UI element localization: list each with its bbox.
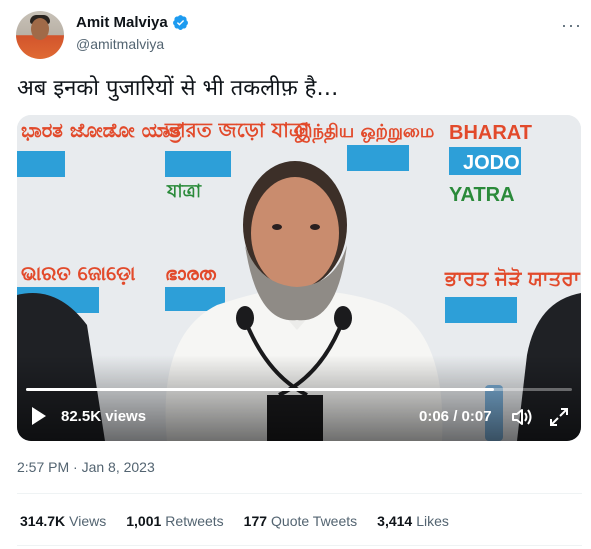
volume-icon[interactable]	[511, 407, 533, 427]
svg-text:YATRA: YATRA	[449, 184, 515, 206]
stat-retweets-label: Retweets	[165, 513, 224, 529]
video-views: 82.5K views	[61, 408, 147, 425]
stat-quote-tweets[interactable]: 177 Quote Tweets	[244, 513, 358, 529]
stat-views[interactable]: 314.7K Views	[20, 513, 106, 529]
fullscreen-icon[interactable]	[549, 407, 569, 427]
video-time: 0:06 / 0:07	[419, 408, 492, 425]
svg-text:ಭಾರತ ಜೋಡೋ ಯಾತ್ರೆ: ಭಾರತ ಜೋಡೋ ಯಾತ್ರೆ	[21, 118, 183, 144]
divider-bottom	[17, 545, 582, 546]
tweet-stats: 314.7K Views 1,001 Retweets 177 Quote Tw…	[20, 513, 469, 529]
stat-quote-tweets-number: 177	[243, 513, 268, 529]
svg-text:ഭാരത: ഭാരത	[165, 264, 217, 285]
video-progress-bar[interactable]	[26, 388, 572, 391]
play-icon[interactable]	[31, 406, 47, 426]
backdrop-logo-tamil: இந்திய ஒற்றுமை	[294, 121, 434, 144]
video-progress-fill	[26, 388, 494, 391]
stat-retweets-number: 1,001	[126, 513, 162, 529]
backdrop-logo-odia: ଭାରତ ଜୋଡ଼ୋ	[21, 261, 136, 285]
stat-quote-tweets-label: Quote Tweets	[271, 513, 358, 529]
author-handle[interactable]: @amitmalviya	[76, 36, 164, 52]
backdrop-logo-bharat: BHARAT	[449, 122, 532, 144]
verified-badge-icon	[172, 15, 188, 30]
backdrop-logo-kannada: ಭಾರತ ಜೋಡೋ ಯಾತ್ರೆ	[21, 118, 183, 144]
divider-top	[17, 493, 582, 494]
author-name[interactable]: Amit Malviya	[76, 14, 168, 31]
stat-likes-label: Likes	[416, 513, 449, 529]
video-player[interactable]: ಭಾರತ ಜೋಡೋ ಯಾತ್ರೆ ভারত জড়ো যাত্রা যাত্রা…	[17, 115, 581, 441]
author-name-row[interactable]: Amit Malviya	[76, 14, 189, 31]
svg-text:JODO: JODO	[463, 152, 520, 174]
avatar[interactable]	[16, 11, 64, 59]
tweet-timestamp[interactable]: 2:57 PM · Jan 8, 2023	[17, 459, 155, 475]
stat-views-number: 314.7K	[20, 513, 66, 529]
stat-retweets[interactable]: 1,001 Retweets	[126, 513, 223, 529]
tweet-text: अब इनको पुजारियों से भी तकलीफ़ है…	[17, 76, 339, 101]
more-horizontal-icon[interactable]: ···	[561, 15, 582, 36]
avatar-face	[31, 18, 49, 40]
video-frame: ಭಾರತ ಜೋಡೋ ಯಾತ್ರೆ ভারত জড়ো যাত্রা যাত্রা…	[17, 115, 581, 441]
stat-likes[interactable]: 3,414 Likes	[377, 513, 449, 529]
stat-likes-number: 3,414	[377, 513, 413, 529]
backdrop-logo-bengali: ভারত জড়ো যাত্রা	[164, 118, 311, 142]
svg-text:যাত্রা: যাত্রা	[166, 181, 202, 202]
stat-views-label: Views	[69, 513, 107, 529]
backdrop-logo-punjabi: ਭਾਰਤ ਜੋੜੋ ਯਾਤਰਾ	[444, 266, 581, 290]
